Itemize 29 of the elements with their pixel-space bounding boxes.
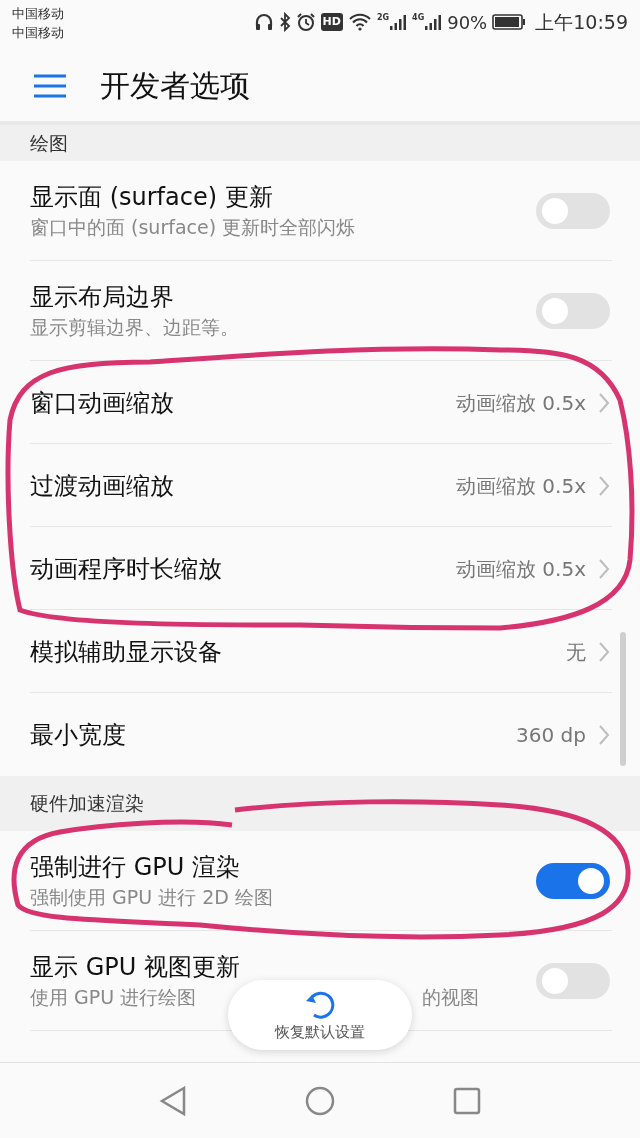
row-title: 显示面 (surface) 更新 — [30, 182, 274, 213]
row-subtitle: 强制使用 GPU 进行 2D 绘图 — [30, 885, 274, 910]
network-type-label: 4G — [412, 13, 425, 23]
row-title: 模拟辅助显示设备 — [30, 636, 223, 668]
row-title: 最小宽度 — [30, 719, 127, 751]
row-value: 动画缩放 0.5x — [456, 389, 586, 417]
network-type-label: 2G — [376, 13, 390, 23]
carrier-name: 中国移动 — [12, 24, 64, 42]
row-title: 显示 GPU 视图更新 — [30, 952, 241, 983]
hd-badge: HD — [320, 13, 343, 32]
row-title: 强制进行 GPU 渲染 — [30, 852, 241, 883]
row-title: 显示布局边界 — [30, 282, 175, 313]
row-value: 动画缩放 0.5x — [456, 555, 586, 583]
row-title: 动画程序时长缩放 — [30, 553, 223, 585]
row-title: 窗口动画缩放 — [30, 387, 175, 419]
section-title: 绘图 — [30, 130, 68, 156]
battery-percent: 90% — [447, 10, 488, 35]
row-subtitle: 的视图 — [422, 985, 480, 1010]
page-title: 开发者选项 — [100, 67, 250, 105]
row-value: 360 dp — [516, 721, 586, 749]
row-subtitle: 窗口中的面 (surface) 更新时全部闪烁 — [30, 215, 357, 240]
row-value: 无 — [566, 638, 586, 666]
section-title: 硬件加速渲染 — [30, 791, 144, 817]
row-subtitle: 使用 GPU 进行绘图 — [30, 985, 197, 1010]
row-title: 过渡动画缩放 — [30, 470, 175, 502]
carrier-name: 中国移动 — [12, 5, 64, 23]
row-subtitle: 显示剪辑边界、边距等。 — [30, 315, 240, 340]
row-value: 动画缩放 0.5x — [456, 472, 586, 500]
clock-time: 上午10:59 — [535, 10, 628, 35]
